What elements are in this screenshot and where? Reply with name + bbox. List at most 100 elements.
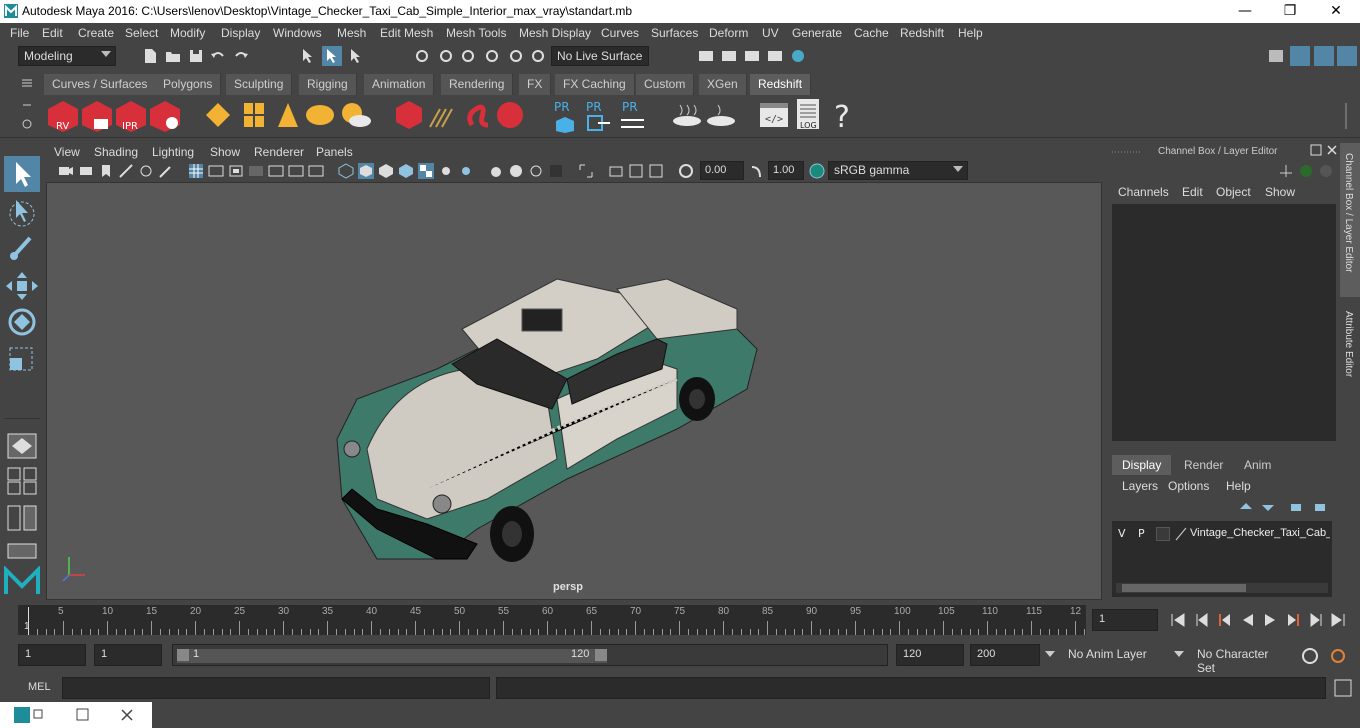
menu-mesh-tools[interactable]: Mesh Tools [446,26,506,40]
side-tab-channel-box[interactable]: Channel Box / Layer Editor [1343,153,1354,273]
time-slider-track[interactable]: 1 5 10 15 20 25 30 35 40 45 50 55 60 65 70 75 80 85 90 95 10… [18,605,1086,635]
live-surface-field[interactable]: No Live Surface [551,46,649,66]
wireframe-icon[interactable] [338,163,354,179]
safe-action-icon[interactable] [288,163,304,179]
cb-menu-object[interactable]: Object [1216,185,1251,199]
show-attribute-editor-icon[interactable] [1290,46,1310,66]
layer-tab-render[interactable]: Render [1174,455,1233,475]
character-set-dropdown[interactable]: No Character Set [1191,644,1293,675]
tab-fx[interactable]: FX [519,74,552,95]
side-tab-attribute-editor[interactable]: Attribute Editor [1343,311,1354,377]
tab-rigging[interactable]: Rigging [299,74,357,95]
redshift-spot-light-icon[interactable] [272,99,304,131]
snap-grid-icon[interactable] [414,48,430,64]
vp-menu-lighting[interactable]: Lighting [152,145,194,159]
menu-set-dropdown[interactable]: Modeling [18,46,116,66]
maya-window-icon[interactable] [14,707,30,723]
select-object-icon[interactable] [322,46,342,66]
camera-attributes-icon[interactable] [78,163,94,179]
gamma-icon[interactable] [748,163,764,179]
layer-tab-anim[interactable]: Anim [1234,455,1281,475]
four-pane-layout-icon[interactable] [6,466,38,496]
vp-menu-renderer[interactable]: Renderer [254,145,304,159]
speed-icon[interactable] [1298,163,1314,179]
layer-type-toggle[interactable] [1156,527,1170,541]
layer-visibility-toggle[interactable]: V [1118,527,1126,540]
shadows-icon[interactable] [438,163,454,179]
select-tool-icon[interactable] [4,156,40,192]
layer-scrollbar[interactable] [1116,583,1328,593]
tab-curves-surfaces[interactable]: Curves / Surfaces [44,74,157,95]
open-scene-icon[interactable] [165,48,181,64]
ipr-render-icon[interactable] [744,48,760,64]
rotate-tool-icon[interactable] [4,306,40,338]
motion-blur-icon[interactable] [648,163,664,179]
redshift-volume-icon[interactable] [462,99,494,131]
vp-menu-show[interactable]: Show [210,145,240,159]
redshift-hair-icon[interactable] [426,99,458,131]
move-layer-up-icon[interactable] [1238,499,1254,515]
redshift-pr-export-icon[interactable]: PR [584,99,614,133]
gamma-field[interactable]: 1.00 [768,161,804,180]
tab-rendering[interactable]: Rendering [441,74,514,95]
menu-display[interactable]: Display [221,26,260,40]
step-forward-key-icon[interactable] [1308,612,1324,628]
tab-sculpting[interactable]: Sculpting [226,74,293,95]
menu-create[interactable]: Create [78,26,114,40]
new-layer-icon[interactable] [1288,499,1304,515]
playback-start-field[interactable]: 1 [94,644,162,666]
hyper-icon[interactable] [1318,163,1334,179]
redshift-shader-icon[interactable] [704,101,738,131]
redshift-render-icon[interactable] [80,99,114,133]
maximize-window-icon[interactable] [76,708,90,722]
textured-icon[interactable] [398,163,414,179]
menu-edit[interactable]: Edit [42,26,63,40]
menu-redshift[interactable]: Redshift [900,26,944,40]
frame-selection-icon[interactable] [578,163,594,179]
isolate-select-icon[interactable] [488,163,504,179]
film-gate-icon[interactable] [208,163,224,179]
layer-menu-options[interactable]: Options [1168,479,1209,493]
tab-xgen[interactable]: XGen [699,74,747,95]
menu-surfaces[interactable]: Surfaces [651,26,698,40]
vp-menu-panels[interactable]: Panels [316,145,353,159]
current-frame-field[interactable]: 1 [1092,609,1158,631]
bookmark-icon[interactable] [98,163,114,179]
menu-cache[interactable]: Cache [854,26,889,40]
redshift-render-view-icon[interactable]: RV [46,99,80,133]
tab-polygons[interactable]: Polygons [155,74,222,95]
shelf-scroll-icon[interactable] [1340,101,1352,131]
current-time-marker[interactable] [28,607,29,635]
playback-end-field[interactable]: 120 [896,644,964,666]
layer-name[interactable]: Vintage_Checker_Taxi_Cab_ [1190,527,1330,539]
menu-curves[interactable]: Curves [601,26,639,40]
undo-icon[interactable] [210,48,226,64]
tab-animation[interactable]: Animation [364,74,435,95]
redshift-sun-sky-icon[interactable] [338,99,372,131]
maximize-button[interactable]: ❐ [1267,0,1313,23]
shelf-collapse-icon[interactable] [20,99,34,113]
paint-select-tool-icon[interactable] [4,232,40,264]
viewport-persp[interactable]: persp [46,182,1102,600]
step-forward-frame-icon[interactable] [1286,612,1302,628]
redshift-material-icon[interactable] [670,101,704,131]
close-window-icon[interactable] [120,708,134,722]
tab-custom[interactable]: Custom [636,74,695,95]
menu-file[interactable]: File [10,26,29,40]
exposure-icon[interactable] [678,163,694,179]
exposure-field[interactable]: 0.00 [700,161,744,180]
layer-scroll-thumb[interactable] [1122,584,1246,592]
script-editor-icon[interactable] [1334,679,1352,697]
menu-edit-mesh[interactable]: Edit Mesh [380,26,433,40]
lasso-tool-icon[interactable] [4,196,40,228]
tab-redshift[interactable]: Redshift [750,74,812,95]
menu-modify[interactable]: Modify [170,26,205,40]
menu-mesh-display[interactable]: Mesh Display [519,26,591,40]
range-slider[interactable]: 1 120 [172,644,888,666]
cb-menu-channels[interactable]: Channels [1118,185,1169,199]
select-component-icon[interactable] [348,48,364,64]
safe-title-icon[interactable] [308,163,324,179]
camera-select-icon[interactable] [58,163,74,179]
layer-tab-display[interactable]: Display [1112,455,1172,475]
menu-uv[interactable]: UV [762,26,779,40]
